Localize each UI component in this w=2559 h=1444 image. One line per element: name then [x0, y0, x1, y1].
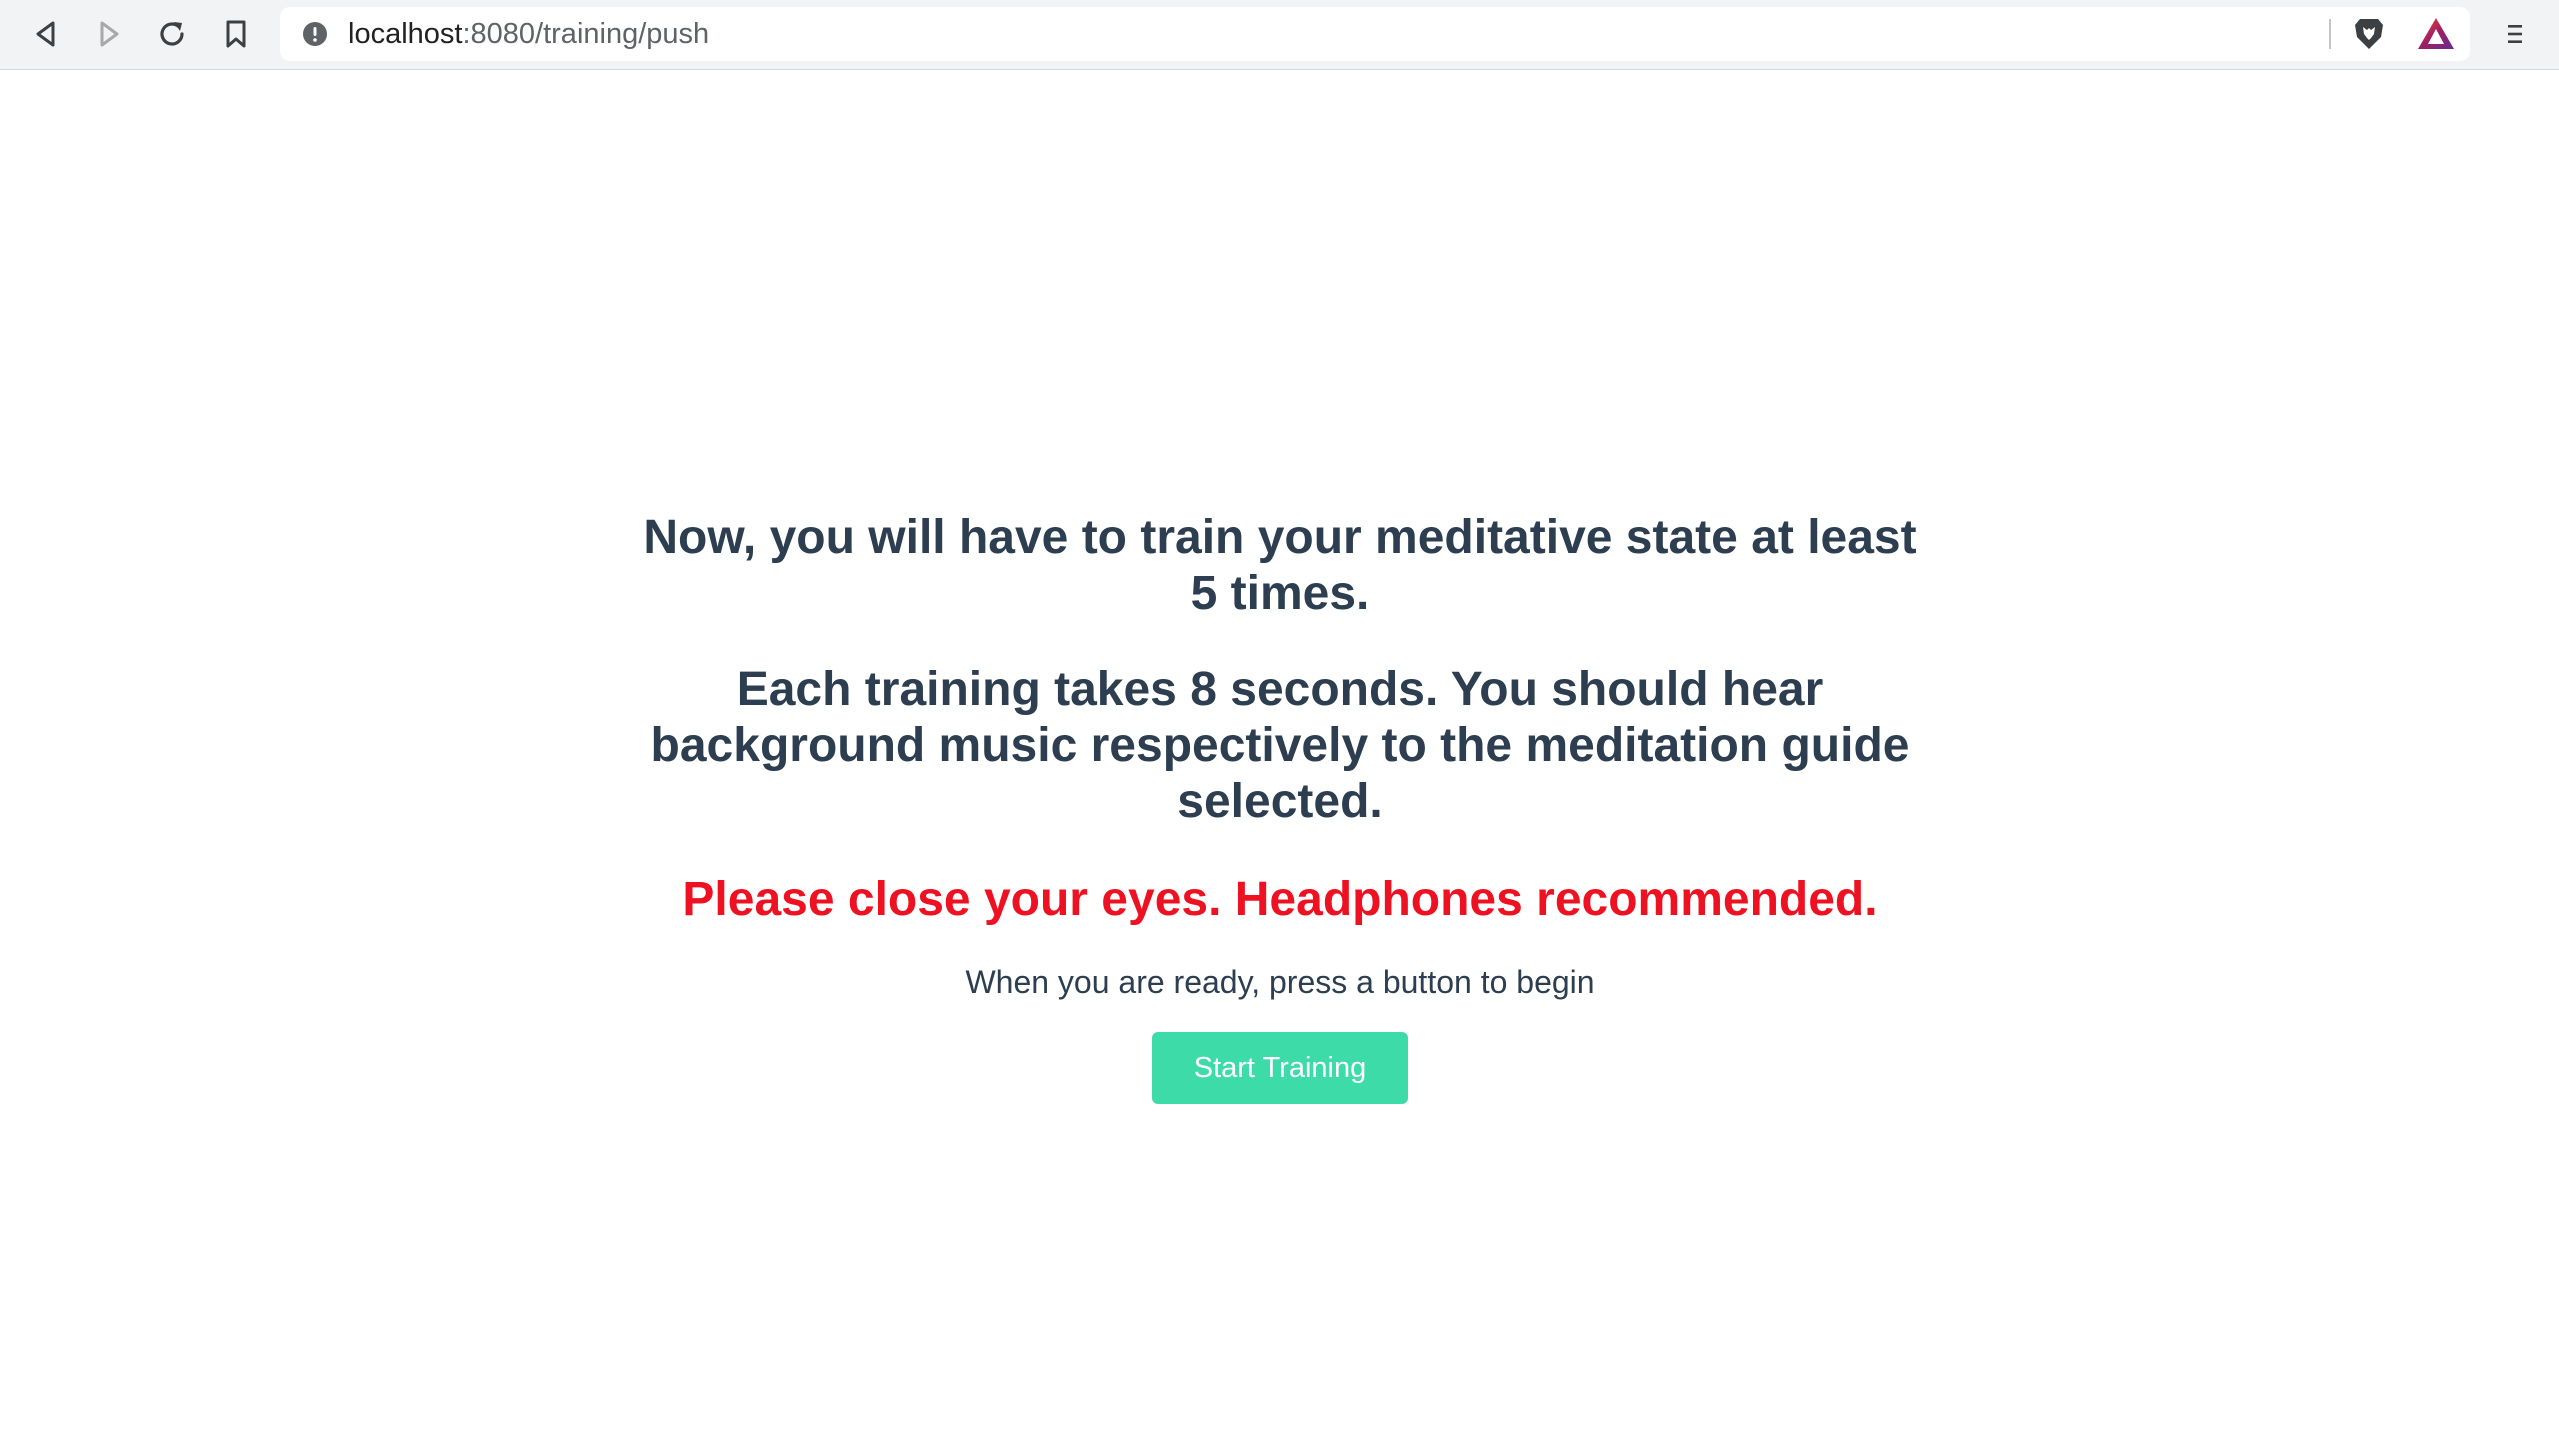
- hamburger-menu-icon: [2508, 25, 2522, 43]
- start-training-button[interactable]: Start Training: [1152, 1032, 1408, 1104]
- browser-toolbar: localhost:8080/training/push: [0, 0, 2559, 70]
- address-bar-divider: [2329, 19, 2331, 49]
- back-button[interactable]: [26, 14, 66, 54]
- forward-arrow-icon: [100, 21, 119, 47]
- reload-button[interactable]: [152, 14, 192, 54]
- training-intro: Now, you will have to train your meditat…: [640, 510, 1920, 1104]
- ready-hint: When you are ready, press a button to be…: [965, 964, 1595, 1000]
- bat-triangle-icon[interactable]: [2416, 16, 2456, 52]
- training-duration-heading: Each training takes 8 seconds. You shoul…: [650, 663, 1910, 828]
- reload-icon: [160, 22, 184, 46]
- info-icon[interactable]: [302, 21, 328, 47]
- brave-lion-icon[interactable]: [2350, 15, 2388, 53]
- eyes-closed-warning: Please close your eyes. Headphones recom…: [682, 873, 1878, 926]
- training-count-heading: Now, you will have to train your meditat…: [643, 511, 1917, 620]
- url-host: localhost: [348, 18, 463, 50]
- bookmark-button[interactable]: [216, 14, 256, 54]
- address-bar[interactable]: localhost:8080/training/push: [280, 7, 2470, 61]
- bookmark-icon: [226, 20, 246, 48]
- forward-button[interactable]: [89, 14, 129, 54]
- url-path: :8080/training/push: [462, 18, 710, 50]
- browser-menu-button[interactable]: [2495, 14, 2535, 54]
- page-content: Now, you will have to train your meditat…: [0, 70, 2559, 1444]
- url-text[interactable]: localhost:8080/training/push: [348, 7, 709, 61]
- back-arrow-icon: [36, 21, 55, 47]
